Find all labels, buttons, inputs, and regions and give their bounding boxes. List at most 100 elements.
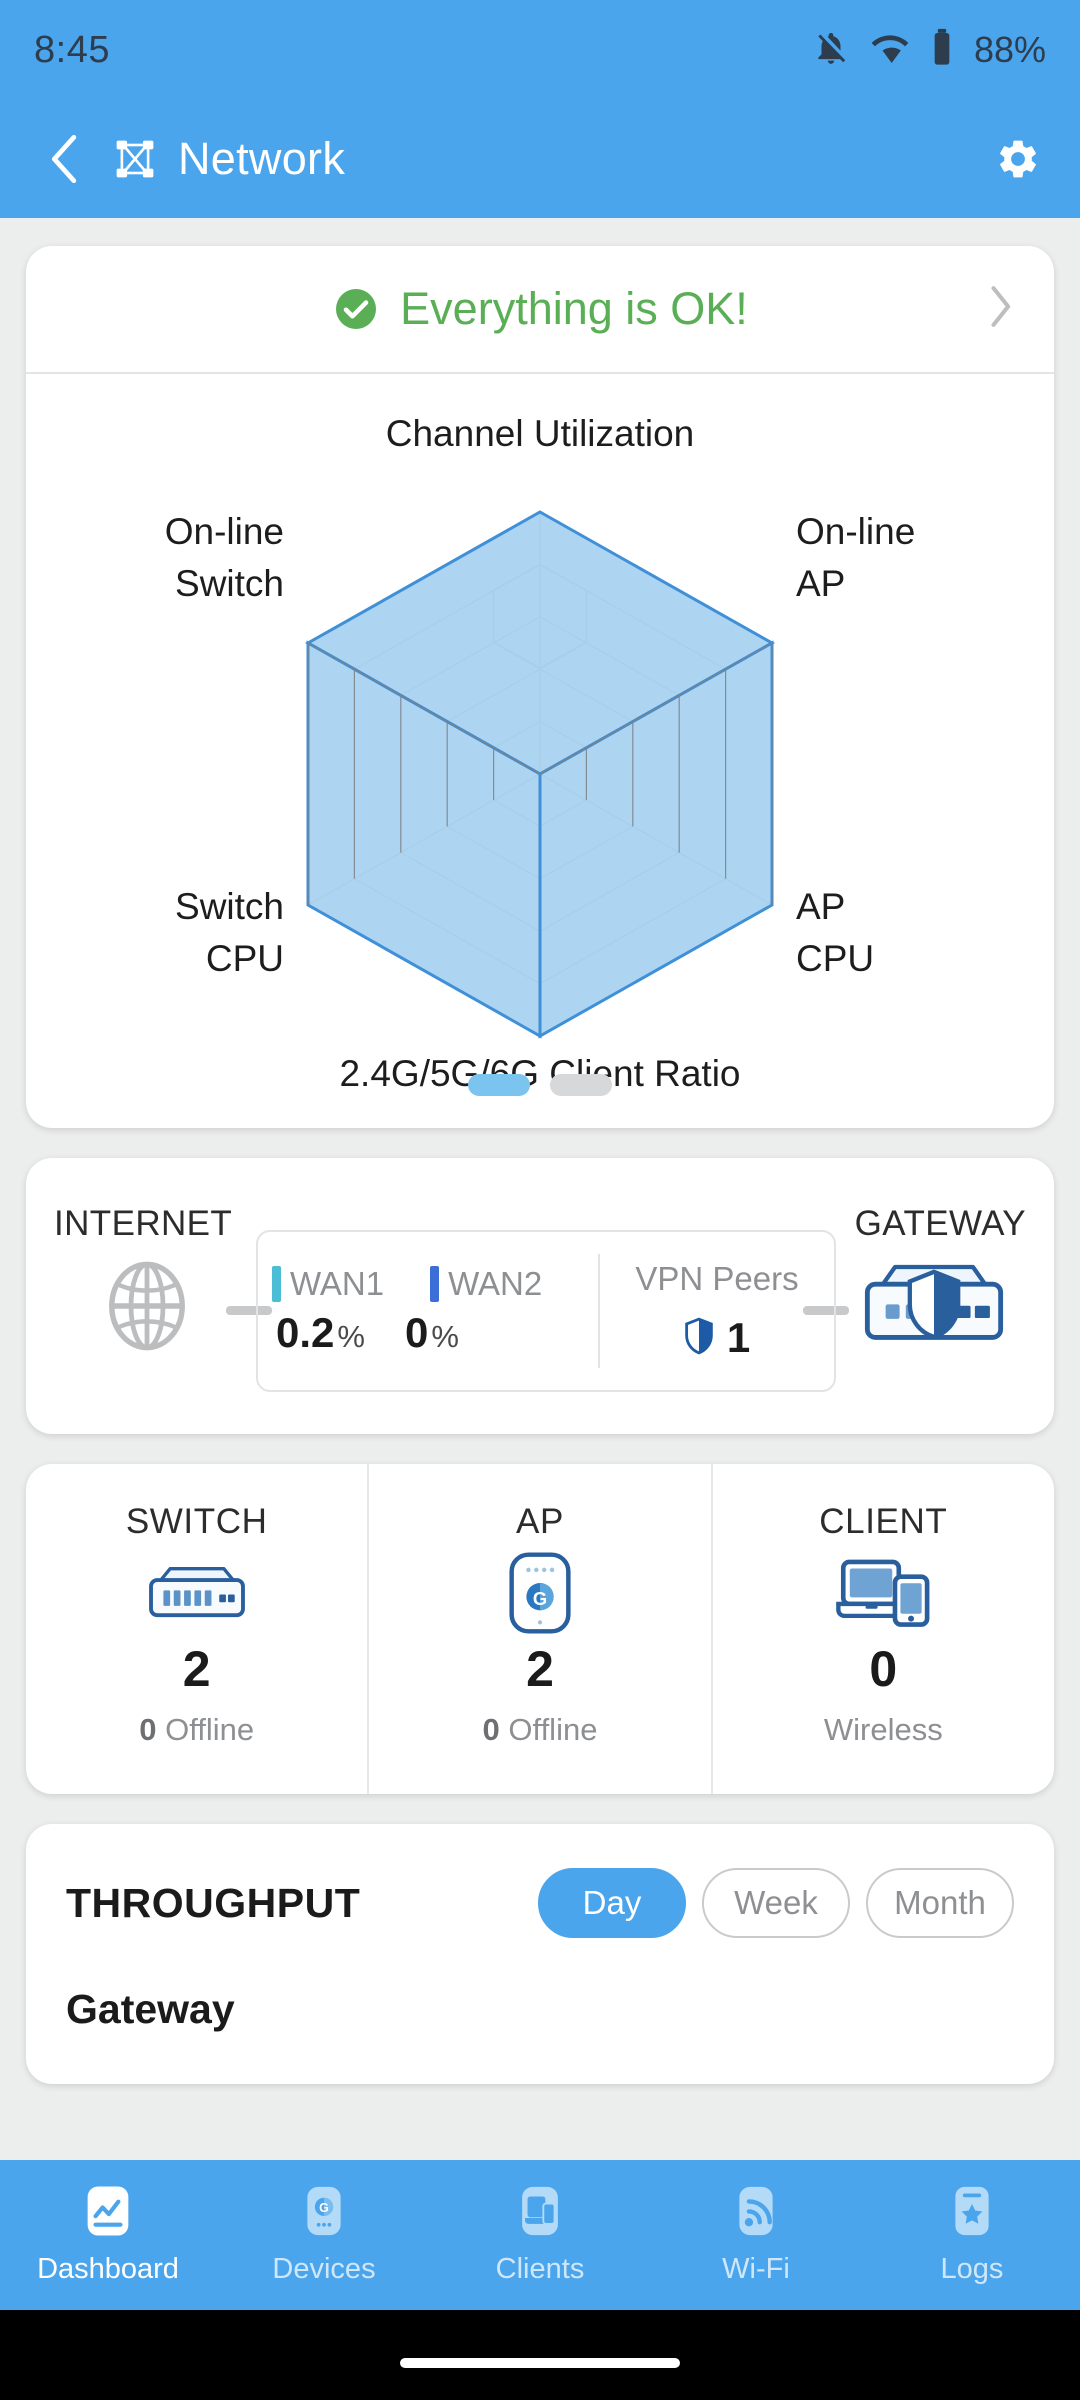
stat-switch-count: 2 xyxy=(182,1641,211,1697)
vpn-peers-label: VPN Peers xyxy=(635,1260,799,1297)
gateway-firewall-icon xyxy=(858,1260,1010,1351)
range-week-button[interactable]: Week xyxy=(702,1868,850,1938)
status-bar-icons: 88% xyxy=(812,28,1046,73)
stat-client[interactable]: CLIENT 0 Wireless xyxy=(710,1464,1054,1794)
internet-label: INTERNET xyxy=(54,1204,233,1243)
access-point-icon: G xyxy=(505,1550,575,1636)
vpn-peers-count: 1 xyxy=(726,1314,751,1361)
vpn-peers-value-group: 1 xyxy=(684,1314,750,1362)
radar-chart[interactable]: Channel Utilization On-line AP On-line S… xyxy=(26,374,1054,1128)
throughput-card[interactable]: THROUGHPUT Day Week Month Gateway xyxy=(26,1824,1054,2084)
radar-label-ap-cpu-line1: AP xyxy=(796,886,845,927)
wan1-color-swatch xyxy=(272,1266,281,1302)
settings-button[interactable] xyxy=(992,133,1044,185)
stat-switch-offline-label: Offline xyxy=(165,1712,255,1747)
throughput-header: THROUGHPUT Day Week Month xyxy=(66,1868,1014,1938)
stat-ap-sub: 0 Offline xyxy=(483,1712,598,1748)
wan-section: WAN1 WAN2 0.2 % 0 % xyxy=(258,1232,598,1390)
stat-client-sub: Wireless xyxy=(823,1712,943,1747)
svg-text:G: G xyxy=(533,1588,547,1609)
nav-label-devices: Devices xyxy=(272,2253,376,2285)
wan-legend: WAN1 WAN2 xyxy=(272,1265,598,1303)
shield-icon xyxy=(684,1317,714,1360)
wan1-value: 0.2 xyxy=(276,1309,335,1356)
wan2-color-swatch xyxy=(430,1266,440,1302)
stat-ap[interactable]: AP G 2 0 Offline xyxy=(367,1464,710,1794)
stat-switch-offline-count: 0 xyxy=(139,1712,157,1747)
stat-switch[interactable]: SWITCH 2 0 Offline xyxy=(26,1464,367,1794)
radar-label-online-ap-line2: AP xyxy=(796,563,845,604)
vpn-section: VPN Peers 1 xyxy=(600,1232,834,1390)
nav-label-dashboard: Dashboard xyxy=(37,2253,179,2285)
battery-icon xyxy=(930,28,954,73)
wan-values: 0.2 % 0 % xyxy=(272,1309,598,1357)
nav-item-wifi[interactable]: Wi-Fi xyxy=(648,2160,864,2310)
range-day-button[interactable]: Day xyxy=(538,1868,686,1938)
radar-label-switch-cpu-line2: CPU xyxy=(206,938,284,979)
stat-ap-count: 2 xyxy=(526,1641,554,1697)
wan1-name: WAN1 xyxy=(290,1265,385,1302)
wan2-value-group: 0 % xyxy=(405,1309,459,1357)
wifi-signal-icon xyxy=(732,2184,780,2243)
carousel-pagination[interactable] xyxy=(26,1074,1054,1096)
wan2-name: WAN2 xyxy=(448,1265,543,1302)
radar-label-online-switch-line1: On-line xyxy=(165,511,284,552)
battery-percentage: 88% xyxy=(973,29,1046,70)
notifications-off-icon xyxy=(812,29,850,72)
page-title: Network xyxy=(178,133,346,184)
client-devices-icon xyxy=(834,1550,932,1636)
gesture-nav-area xyxy=(0,2310,1080,2400)
radar-label-online-switch-line2: Switch xyxy=(175,563,284,604)
nav-item-devices[interactable]: G Devices xyxy=(216,2160,432,2310)
radar-chart-svg: Channel Utilization On-line AP On-line S… xyxy=(165,413,916,1094)
wan2-unit: % xyxy=(431,1319,459,1354)
nav-item-dashboard[interactable]: Dashboard xyxy=(0,2160,216,2310)
wan1-unit: % xyxy=(337,1319,365,1354)
radar-label-ap-cpu-line2: CPU xyxy=(796,938,874,979)
nav-label-clients: Clients xyxy=(495,2253,585,2285)
wan1-value-group: 0.2 % xyxy=(276,1309,365,1357)
stat-ap-title: AP xyxy=(516,1502,564,1541)
stat-client-title: CLIENT xyxy=(819,1502,948,1541)
status-bar-time: 8:45 xyxy=(34,28,110,71)
wan2-value: 0 xyxy=(404,1309,429,1356)
stat-client-count: 0 xyxy=(869,1641,898,1697)
back-button[interactable] xyxy=(36,132,90,186)
stat-switch-sub: 0 Offline xyxy=(139,1712,254,1748)
logs-icon xyxy=(948,2184,996,2243)
range-month-button[interactable]: Month xyxy=(866,1868,1014,1938)
radar-label-switch-cpu-line1: Switch xyxy=(175,886,284,927)
status-message: Everything is OK! xyxy=(400,283,748,334)
check-circle-icon xyxy=(332,285,380,333)
wan1-legend: WAN1 xyxy=(272,1265,384,1303)
network-health-card[interactable]: Everything is OK! Channel Utilization On… xyxy=(26,246,1054,1128)
svg-text:G: G xyxy=(319,2201,329,2215)
radar-label-online-ap-line1: On-line xyxy=(796,511,915,552)
wifi-icon xyxy=(870,28,910,73)
throughput-range-selector[interactable]: Day Week Month xyxy=(538,1868,1014,1938)
status-banner[interactable]: Everything is OK! xyxy=(26,246,1054,374)
nav-item-logs[interactable]: Logs xyxy=(864,2160,1080,2310)
wan-vpn-panel: WAN1 WAN2 0.2 % 0 % VPN Peers 1 xyxy=(256,1230,836,1392)
globe-icon xyxy=(104,1258,190,1359)
nav-label-wifi: Wi-Fi xyxy=(722,2253,790,2285)
gateway-label: GATEWAY xyxy=(854,1204,1026,1243)
throughput-section-label: Gateway xyxy=(66,1986,235,2032)
throughput-title: THROUGHPUT xyxy=(66,1879,361,1926)
pagination-dot-1[interactable] xyxy=(468,1074,530,1096)
status-bar: 8:45 88% xyxy=(0,0,1080,100)
gesture-bar[interactable] xyxy=(400,2358,680,2368)
dashboard-icon xyxy=(84,2184,132,2243)
devices-icon: G xyxy=(300,2184,348,2243)
device-stats-card[interactable]: SWITCH 2 0 Offline AP G 2 0 Offline CLIE… xyxy=(26,1464,1054,1794)
nav-item-clients[interactable]: Clients xyxy=(432,2160,648,2310)
internet-gateway-card[interactable]: INTERNET GATEWAY WAN1 WAN2 0.2 % 0 % VPN… xyxy=(26,1158,1054,1434)
pagination-dot-2[interactable] xyxy=(550,1074,612,1096)
app-bar: Network xyxy=(0,100,1080,218)
radar-label-channel-utilization: Channel Utilization xyxy=(386,413,695,454)
wan2-legend: WAN2 xyxy=(430,1265,542,1303)
stat-switch-title: SWITCH xyxy=(125,1502,268,1541)
chevron-right-icon[interactable] xyxy=(986,285,1012,334)
stat-ap-offline-label: Offline xyxy=(508,1712,598,1747)
network-topology-icon xyxy=(112,136,158,182)
